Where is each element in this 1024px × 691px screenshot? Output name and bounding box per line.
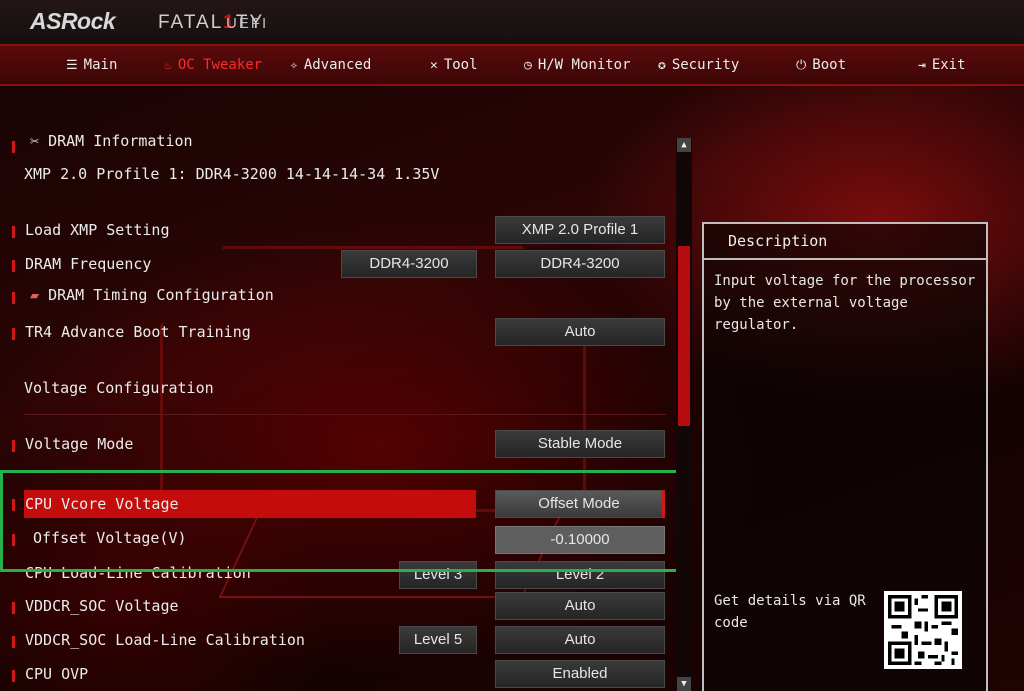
dram-information-item[interactable]: ✂ DRAM Information xyxy=(30,129,193,153)
star-icon: ✧ xyxy=(290,57,298,73)
scrollbar-thumb[interactable] xyxy=(678,246,690,426)
shield-icon: ✪ xyxy=(658,57,666,73)
voltage-mode-label: Voltage Mode xyxy=(25,435,134,453)
scroll-down-arrow-icon[interactable]: ▼ xyxy=(677,677,691,691)
dram-frequency-value[interactable]: DDR4-3200 xyxy=(495,250,665,278)
folder-icon: ▰ xyxy=(30,286,40,304)
voltage-config-heading: Voltage Configuration xyxy=(24,379,214,397)
brand-logo: ASRock xyxy=(30,8,116,34)
qr-code-icon xyxy=(884,591,962,669)
row-marker xyxy=(12,636,15,648)
tab-hw-monitor[interactable]: ◷ H/W Monitor xyxy=(524,54,631,76)
monitor-icon: ◷ xyxy=(524,57,532,73)
row-marker xyxy=(12,226,15,238)
vddcr-soc-value[interactable]: Auto xyxy=(495,592,665,620)
tr4-training-label: TR4 Advance Boot Training xyxy=(25,323,251,341)
cpu-ovp-value[interactable]: Enabled xyxy=(495,660,665,688)
row-marker xyxy=(12,328,15,340)
row-marker xyxy=(12,670,15,682)
header-bar: ASRock FATAL1TY UEFI xyxy=(0,0,1024,44)
dram-frequency-current: DDR4-3200 xyxy=(341,250,477,278)
tab-tool[interactable]: ✕ Tool xyxy=(430,54,478,76)
load-xmp-value[interactable]: XMP 2.0 Profile 1 xyxy=(495,216,665,244)
cpu-ovp-label: CPU OVP xyxy=(25,665,89,683)
scroll-up-arrow-icon[interactable]: ▲ xyxy=(677,138,691,152)
voltage-mode-value[interactable]: Stable Mode xyxy=(495,430,665,458)
tools-icon: ✕ xyxy=(430,57,438,73)
flame-icon: ♨ xyxy=(164,57,172,73)
highlight-frame xyxy=(0,470,685,572)
vddcr-soc-llc-current: Level 5 xyxy=(399,626,477,654)
tools-icon: ✂ xyxy=(30,132,40,150)
vddcr-soc-llc-value[interactable]: Auto xyxy=(495,626,665,654)
power-icon: ⏻ xyxy=(796,57,807,73)
row-marker xyxy=(12,260,15,272)
main-nav: ☰ Main ♨ OC Tweaker ✧ Advanced ✕ Tool ◷ … xyxy=(0,44,1024,86)
tab-boot[interactable]: ⏻ Boot xyxy=(796,54,846,76)
list-icon: ☰ xyxy=(66,57,78,73)
section-divider xyxy=(24,414,666,415)
tr4-training-value[interactable]: Auto xyxy=(495,318,665,346)
tab-exit[interactable]: ⇥ Exit xyxy=(918,54,966,76)
row-marker xyxy=(12,141,15,153)
dram-timing-config-item[interactable]: ▰ DRAM Timing Configuration xyxy=(30,283,274,307)
qr-caption: Get details via QR code xyxy=(714,593,866,631)
tab-main[interactable]: ☰ Main xyxy=(66,54,117,76)
exit-icon: ⇥ xyxy=(918,57,926,73)
vddcr-soc-llc-label: VDDCR_SOC Load-Line Calibration xyxy=(25,631,305,649)
row-marker xyxy=(12,440,15,452)
description-title: Description xyxy=(702,222,988,260)
row-marker xyxy=(12,602,15,614)
vddcr-soc-label: VDDCR_SOC Voltage xyxy=(25,597,179,615)
description-text: Input voltage for the processor by the e… xyxy=(714,273,976,333)
tab-oc-tweaker[interactable]: ♨ OC Tweaker xyxy=(164,54,262,76)
xmp-profile-info: XMP 2.0 Profile 1: DDR4-3200 14-14-14-34… xyxy=(24,165,440,183)
product-label: UEFI xyxy=(226,15,269,32)
dram-frequency-label: DRAM Frequency xyxy=(25,255,152,273)
row-marker xyxy=(12,292,15,304)
tab-advanced[interactable]: ✧ Advanced xyxy=(290,54,371,76)
tab-security[interactable]: ✪ Security xyxy=(658,54,739,76)
load-xmp-label: Load XMP Setting xyxy=(25,221,170,239)
